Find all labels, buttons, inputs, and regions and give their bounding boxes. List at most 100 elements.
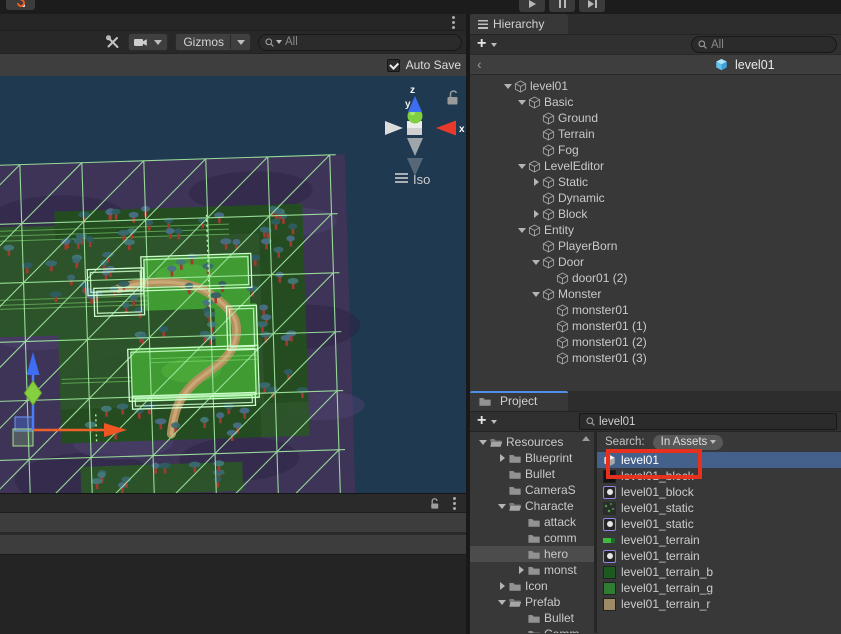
- scroll-up-arrow[interactable]: [582, 436, 590, 441]
- hierarchy-item[interactable]: level01: [470, 78, 841, 94]
- bottom-panel-row[interactable]: [0, 535, 466, 554]
- foldout-arrow[interactable]: [516, 100, 528, 105]
- breadcrumb-back-button[interactable]: ‹: [477, 56, 482, 72]
- level-terrain: [0, 154, 368, 493]
- project-folder-item[interactable]: Icon: [470, 578, 594, 594]
- foldout-arrow[interactable]: [530, 260, 542, 265]
- gizmos-dropdown[interactable]: Gizmos: [175, 33, 251, 51]
- hierarchy-item[interactable]: Entity: [470, 222, 841, 238]
- tools-icon[interactable]: [105, 34, 121, 50]
- bottom-panel-kebab-icon[interactable]: [453, 502, 456, 505]
- hierarchy-item[interactable]: Ground: [470, 110, 841, 126]
- project-folder-item[interactable]: hero: [470, 546, 594, 562]
- gameobject-cube-icon: [528, 96, 541, 109]
- plugin-badge-icon[interactable]: [6, 0, 35, 10]
- foldout-arrow[interactable]: [516, 164, 528, 169]
- search-result-item[interactable]: level01_block: [597, 484, 841, 500]
- project-folder-item[interactable]: Bullet: [470, 466, 594, 482]
- foldout-arrow[interactable]: [477, 440, 489, 445]
- foldout-arrow[interactable]: [530, 178, 542, 186]
- hierarchy-item[interactable]: door01 (2): [470, 270, 841, 286]
- project-tabbar: Project: [470, 391, 841, 411]
- texture-strip-icon: [603, 534, 616, 547]
- foldout-arrow[interactable]: [530, 210, 542, 218]
- asset-label: level01_terrain: [621, 549, 700, 563]
- hierarchy-search[interactable]: [691, 36, 837, 53]
- foldout-arrow[interactable]: [496, 454, 508, 462]
- search-result-item[interactable]: level01_terrain: [597, 532, 841, 548]
- project-folder-item[interactable]: Bullet: [470, 610, 594, 626]
- axis-label-x: x: [459, 124, 465, 135]
- project-folder-item[interactable]: Characte: [470, 498, 594, 514]
- foldout-arrow[interactable]: [496, 504, 508, 509]
- bottom-panel-row[interactable]: [0, 512, 466, 532]
- hierarchy-item[interactable]: Basic: [470, 94, 841, 110]
- project-search-input[interactable]: [599, 416, 836, 428]
- hierarchy-item[interactable]: Block: [470, 206, 841, 222]
- search-result-item[interactable]: level01_terrain_g: [597, 580, 841, 596]
- folder-icon: [527, 628, 541, 633]
- foldout-arrow[interactable]: [502, 84, 514, 89]
- step-button[interactable]: [579, 0, 605, 12]
- project-folder-item[interactable]: CameraS: [470, 482, 594, 498]
- project-folder-item[interactable]: Prefab: [470, 594, 594, 610]
- project-folder-item[interactable]: Resources: [470, 434, 594, 450]
- hierarchy-item-label: monster01 (3): [572, 351, 647, 365]
- foldout-arrow[interactable]: [530, 292, 542, 297]
- search-result-item[interactable]: level01_block: [597, 468, 841, 484]
- breadcrumb[interactable]: level01: [715, 55, 775, 74]
- hierarchy-item[interactable]: monster01 (1): [470, 318, 841, 334]
- hierarchy-item[interactable]: Fog: [470, 142, 841, 158]
- project-search[interactable]: [579, 413, 837, 430]
- sprite-icon: [603, 518, 616, 531]
- foldout-arrow[interactable]: [496, 582, 508, 590]
- project-add-button[interactable]: +: [473, 414, 500, 430]
- project-folder-item[interactable]: attack: [470, 514, 594, 530]
- hierarchy-search-input[interactable]: [711, 39, 836, 51]
- step-icon: [588, 0, 597, 8]
- tab-hierarchy[interactable]: Hierarchy: [470, 14, 568, 34]
- project-folder-item[interactable]: comm: [470, 530, 594, 546]
- hierarchy-item[interactable]: Static: [470, 174, 841, 190]
- foldout-arrow[interactable]: [496, 600, 508, 605]
- hierarchy-add-button[interactable]: +: [473, 37, 500, 53]
- project-folder-item[interactable]: Comm: [470, 626, 594, 633]
- hierarchy-item[interactable]: Dynamic: [470, 190, 841, 206]
- hierarchy-item[interactable]: monster01 (3): [470, 350, 841, 366]
- search-result-item[interactable]: level01_terrain_r: [597, 596, 841, 612]
- scene-menu-kebab-icon[interactable]: [452, 21, 455, 24]
- search-result-item[interactable]: level01_static: [597, 516, 841, 532]
- search-scope-dropdown[interactable]: In Assets: [653, 435, 724, 450]
- scene-view-toolbar: Gizmos: [0, 30, 466, 53]
- project-folder-item[interactable]: Blueprint: [470, 450, 594, 466]
- scene-search[interactable]: [258, 34, 462, 51]
- chevron-down-icon: [491, 43, 497, 47]
- hierarchy-item[interactable]: PlayerBorn: [470, 238, 841, 254]
- hierarchy-item[interactable]: monster01: [470, 302, 841, 318]
- foldout-arrow[interactable]: [515, 566, 527, 574]
- search-result-item[interactable]: level01_terrain_b: [597, 564, 841, 580]
- hierarchy-item[interactable]: monster01 (2): [470, 334, 841, 350]
- hierarchy-item[interactable]: Door: [470, 254, 841, 270]
- project-folder-item[interactable]: monst: [470, 562, 594, 578]
- foldout-arrow-glyph: [518, 228, 526, 233]
- hierarchy-item[interactable]: LevelEditor: [470, 158, 841, 174]
- prefab-icon: [603, 454, 616, 467]
- play-button[interactable]: [519, 0, 545, 12]
- lock-open-icon[interactable]: [428, 497, 441, 510]
- search-icon: [697, 39, 709, 51]
- scene-canvas[interactable]: z y x Iso: [0, 76, 466, 493]
- tab-project[interactable]: Project: [470, 391, 568, 411]
- auto-save-checkbox[interactable]: [387, 59, 400, 72]
- scene-search-input[interactable]: [285, 36, 461, 48]
- search-result-item[interactable]: level01_static: [597, 500, 841, 516]
- search-result-item[interactable]: level01_terrain: [597, 548, 841, 564]
- search-result-item[interactable]: level01: [597, 452, 841, 468]
- camera-settings-button[interactable]: [128, 33, 168, 51]
- pause-button[interactable]: [549, 0, 575, 12]
- hierarchy-item[interactable]: Terrain: [470, 126, 841, 142]
- hierarchy-item[interactable]: Monster: [470, 286, 841, 302]
- scene-viewport[interactable]: z y x Iso: [0, 76, 466, 493]
- hierarchy-item-label: Dynamic: [558, 191, 605, 205]
- foldout-arrow[interactable]: [516, 228, 528, 233]
